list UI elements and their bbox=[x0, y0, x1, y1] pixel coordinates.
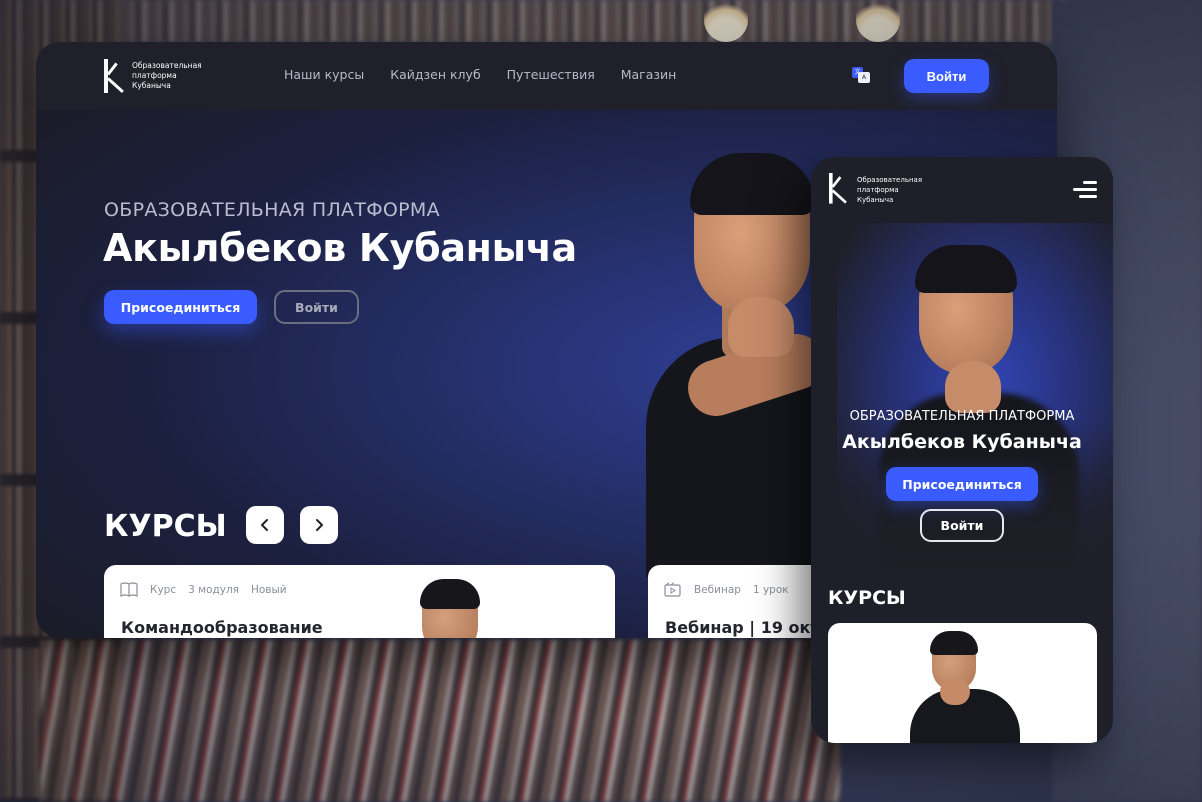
card-type: Курс bbox=[150, 583, 177, 596]
translate-icon[interactable]: 文 A bbox=[852, 67, 870, 83]
logo-line: Кубаныча bbox=[857, 196, 894, 204]
mobile-hero-subtitle: ОБРАЗОВАТЕЛЬНАЯ ПЛАТФОРМА bbox=[849, 409, 1075, 424]
desktop-navbar: Образовательная платформа Кубаныча Наши … bbox=[36, 42, 1057, 110]
logo-k-icon bbox=[104, 59, 126, 93]
chevron-right-icon bbox=[316, 519, 323, 531]
hero-login-button[interactable]: Войти bbox=[274, 290, 359, 324]
nav-links: Наши курсы Кайдзен клуб Путешествия Мага… bbox=[284, 67, 676, 82]
nav-link-kaizen-club[interactable]: Кайдзен клуб bbox=[390, 67, 480, 82]
mobile-course-card[interactable] bbox=[828, 623, 1097, 743]
mobile-logo[interactable]: Образовательная платформа Кубаныча bbox=[829, 173, 922, 207]
card-modules: 3 модуля bbox=[188, 583, 239, 596]
card-badge: Новый bbox=[250, 583, 287, 596]
nav-link-courses[interactable]: Наши курсы bbox=[284, 67, 364, 82]
nav-link-travel[interactable]: Путешествия bbox=[507, 67, 595, 82]
chevron-left-icon bbox=[261, 519, 268, 531]
join-button[interactable]: Присоединиться bbox=[104, 290, 257, 324]
translate-glyph: A bbox=[858, 72, 870, 83]
video-icon bbox=[664, 582, 681, 597]
hero-subtitle: ОБРАЗОВАТЕЛЬНАЯ ПЛАТФОРМА bbox=[104, 199, 440, 221]
logo[interactable]: Образовательная платформа Кубаныча bbox=[104, 59, 202, 93]
mobile-window: Образовательная платформа Кубаныча ОБРАЗ… bbox=[811, 157, 1113, 743]
card-meta: Вебинар 1 урок bbox=[664, 582, 789, 597]
mobile-navbar: Образовательная платформа Кубаныча bbox=[811, 157, 1113, 223]
card-meta: Курс 3 модуля Новый bbox=[120, 582, 287, 597]
course-card[interactable]: Курс 3 модуля Новый Командообразование bbox=[104, 565, 615, 638]
book-icon bbox=[120, 582, 138, 597]
hero-title: Акылбеков Кубаныча bbox=[103, 226, 577, 270]
logo-line: Образовательная bbox=[132, 61, 202, 70]
logo-line: Образовательная bbox=[857, 176, 923, 184]
carousel-prev-button[interactable] bbox=[246, 506, 284, 544]
login-button[interactable]: Войти bbox=[904, 59, 989, 93]
carousel-next-button[interactable] bbox=[300, 506, 338, 544]
logo-text: Образовательная платформа Кубаныча bbox=[857, 175, 922, 205]
mobile-courses-heading: КУРСЫ bbox=[828, 587, 906, 609]
card-type: Вебинар bbox=[694, 583, 741, 596]
hamburger-menu-icon[interactable] bbox=[1073, 181, 1097, 199]
logo-text: Образовательная платформа Кубаныча bbox=[132, 61, 202, 91]
courses-heading: КУРСЫ bbox=[104, 509, 227, 544]
logo-line: Кубаныча bbox=[132, 81, 171, 90]
logo-k-icon bbox=[829, 173, 849, 204]
mobile-login-button[interactable]: Войти bbox=[920, 509, 1004, 542]
mobile-card-person-photo bbox=[910, 629, 1020, 743]
nav-link-shop[interactable]: Магазин bbox=[621, 67, 677, 82]
card-title: Командообразование bbox=[121, 618, 323, 637]
mobile-join-button[interactable]: Присоединиться bbox=[886, 467, 1038, 501]
logo-line: платформа bbox=[132, 71, 177, 80]
card-modules: 1 урок bbox=[752, 583, 789, 596]
card-person-photo bbox=[412, 579, 488, 638]
mobile-hero-title: Акылбеков Кубаныча bbox=[842, 431, 1082, 453]
logo-line: платформа bbox=[857, 186, 899, 194]
